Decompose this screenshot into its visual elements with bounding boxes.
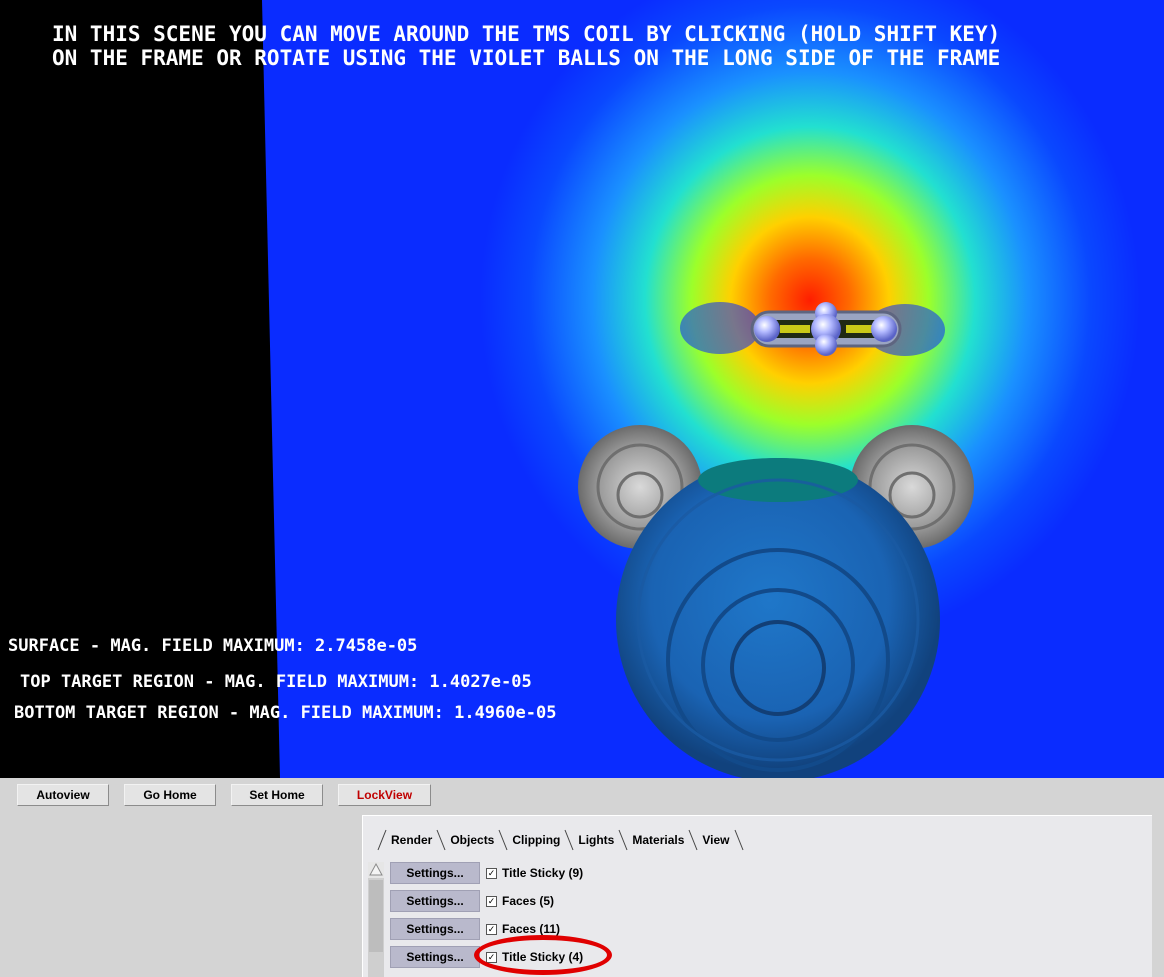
tab-view[interactable]: View — [698, 828, 733, 852]
object-settings-button[interactable]: Settings... — [390, 862, 480, 884]
object-row: Settings... ✓ Faces (5) — [390, 890, 554, 912]
object-settings-button[interactable]: Settings... — [390, 946, 480, 968]
up-arrow-icon — [369, 862, 383, 876]
scene-canvas[interactable] — [0, 0, 1164, 778]
tab-clipping[interactable]: Clipping — [508, 828, 564, 852]
object-label: Title Sticky (4) — [502, 950, 584, 964]
tab-objects[interactable]: Objects — [446, 828, 498, 852]
tab-divider-icon — [688, 829, 698, 851]
tab-divider-icon — [618, 829, 628, 851]
checkbox-checked-icon[interactable]: ✓ — [486, 923, 497, 935]
head-model — [616, 458, 940, 778]
lockview-button[interactable]: LockView — [338, 784, 431, 806]
tab-bar: Render Objects Clipping Lights Materials… — [377, 828, 744, 852]
scroll-thumb[interactable] — [369, 880, 383, 952]
tab-render[interactable]: Render — [387, 828, 436, 852]
field-lobe-left — [680, 302, 760, 354]
surface-field-readout: SURFACE - MAG. FIELD MAXIMUM: 2.7458e-05 — [8, 636, 418, 656]
object-visibility-toggle[interactable]: ✓ Title Sticky (4) — [486, 950, 583, 964]
object-visibility-toggle[interactable]: ✓ Title Sticky (9) — [486, 866, 583, 880]
tab-divider-icon — [564, 829, 574, 851]
object-settings-button[interactable]: Settings... — [390, 890, 480, 912]
tab-divider-icon — [498, 829, 508, 851]
tab-lights[interactable]: Lights — [574, 828, 618, 852]
object-row: Settings... ✓ Title Sticky (4) — [390, 946, 583, 968]
instructions-line-2: ON THE FRAME OR ROTATE USING THE VIOLET … — [52, 46, 1001, 70]
checkbox-checked-icon[interactable]: ✓ — [486, 867, 497, 879]
control-panel: Autoview Go Home Set Home LockView Rende… — [0, 778, 1164, 977]
object-row: Settings... ✓ Faces (11) — [390, 918, 560, 940]
tab-divider-icon — [377, 829, 387, 851]
checkbox-checked-icon[interactable]: ✓ — [486, 951, 497, 963]
autoview-button[interactable]: Autoview — [17, 784, 109, 806]
checkbox-checked-icon[interactable]: ✓ — [486, 895, 497, 907]
tab-divider-icon — [436, 829, 446, 851]
object-label: Title Sticky (9) — [502, 866, 584, 880]
set-home-button[interactable]: Set Home — [231, 784, 323, 806]
object-row: Settings... ✓ Title Sticky (9) — [390, 862, 583, 884]
3d-viewport[interactable]: IN THIS SCENE YOU CAN MOVE AROUND THE TM… — [0, 0, 1164, 778]
object-label: Faces (11) — [502, 922, 561, 936]
object-list-scrollbar[interactable] — [368, 862, 384, 977]
tab-divider-icon — [734, 829, 743, 851]
object-label: Faces (5) — [502, 894, 555, 908]
go-home-button[interactable]: Go Home — [124, 784, 216, 806]
tab-materials[interactable]: Materials — [628, 828, 688, 852]
scroll-up-button[interactable] — [368, 862, 384, 878]
settings-tabs-panel: Render Objects Clipping Lights Materials… — [362, 815, 1152, 977]
object-visibility-toggle[interactable]: ✓ Faces (11) — [486, 922, 560, 936]
bottom-target-field-readout: BOTTOM TARGET REGION - MAG. FIELD MAXIMU… — [14, 703, 557, 723]
instructions-line-1: IN THIS SCENE YOU CAN MOVE AROUND THE TM… — [52, 22, 1001, 46]
top-target-field-readout: TOP TARGET REGION - MAG. FIELD MAXIMUM: … — [20, 672, 532, 692]
object-settings-button[interactable]: Settings... — [390, 918, 480, 940]
object-visibility-toggle[interactable]: ✓ Faces (5) — [486, 894, 554, 908]
app-window: IN THIS SCENE YOU CAN MOVE AROUND THE TM… — [0, 0, 1164, 977]
